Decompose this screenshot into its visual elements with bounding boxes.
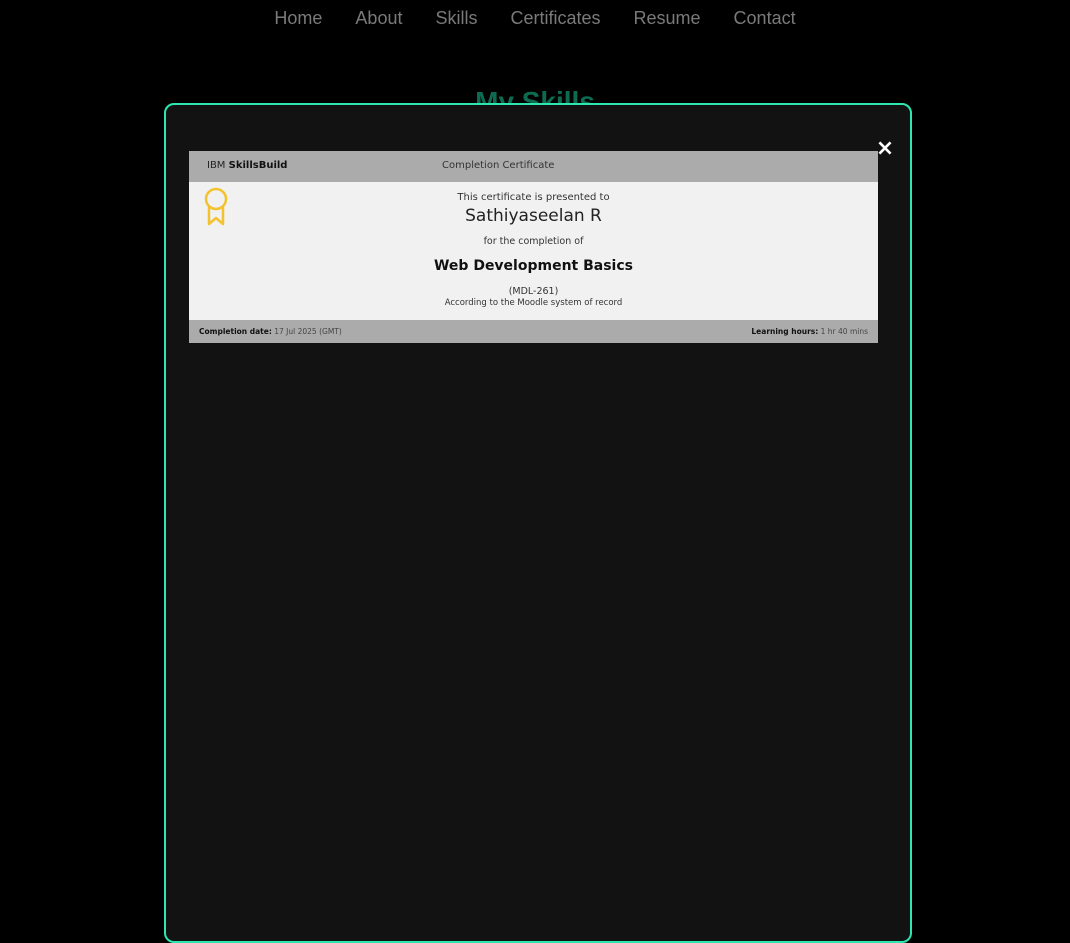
certificate-image: IBM SkillsBuild Completion Certificate T… [189, 151, 878, 343]
nav-skills[interactable]: Skills [419, 8, 494, 29]
certificate-type: Completion Certificate [442, 160, 555, 171]
nav-about[interactable]: About [339, 8, 419, 29]
brand-prefix: IBM [207, 160, 226, 171]
course-code: (MDL-261) [508, 286, 559, 297]
certificate-brand: IBM SkillsBuild [207, 160, 287, 171]
course-title: Web Development Basics [433, 258, 633, 274]
certificate-footer: Completion date: 17 Jul 2025 (GMT) Learn… [189, 320, 878, 343]
brand-name: SkillsBuild [228, 160, 288, 171]
certificate-header: IBM SkillsBuild Completion Certificate [189, 151, 878, 182]
record-text: According to the Moodle system of record [444, 298, 623, 308]
nav-contact[interactable]: Contact [717, 8, 812, 29]
learning-hours: Learning hours: 1 hr 40 mins [751, 327, 868, 336]
recipient-name: Sathiyaseelan R [465, 206, 602, 226]
nav-home[interactable]: Home [258, 8, 339, 29]
completion-date: Completion date: 17 Jul 2025 (GMT) [199, 327, 342, 336]
nav-certificates[interactable]: Certificates [494, 8, 617, 29]
presented-text: This certificate is presented to [457, 192, 610, 203]
learning-hours-value: 1 hr 40 mins [820, 327, 868, 336]
learning-hours-label: Learning hours: [751, 327, 819, 336]
certificate-modal: × IBM SkillsBuild Completion Certificate… [164, 103, 912, 943]
completion-text: for the completion of [483, 236, 584, 247]
nav-resume[interactable]: Resume [617, 8, 717, 29]
completion-date-value: 17 Jul 2025 (GMT) [274, 327, 342, 336]
completion-date-label: Completion date: [199, 327, 272, 336]
top-nav: Home About Skills Certificates Resume Co… [0, 0, 1070, 36]
